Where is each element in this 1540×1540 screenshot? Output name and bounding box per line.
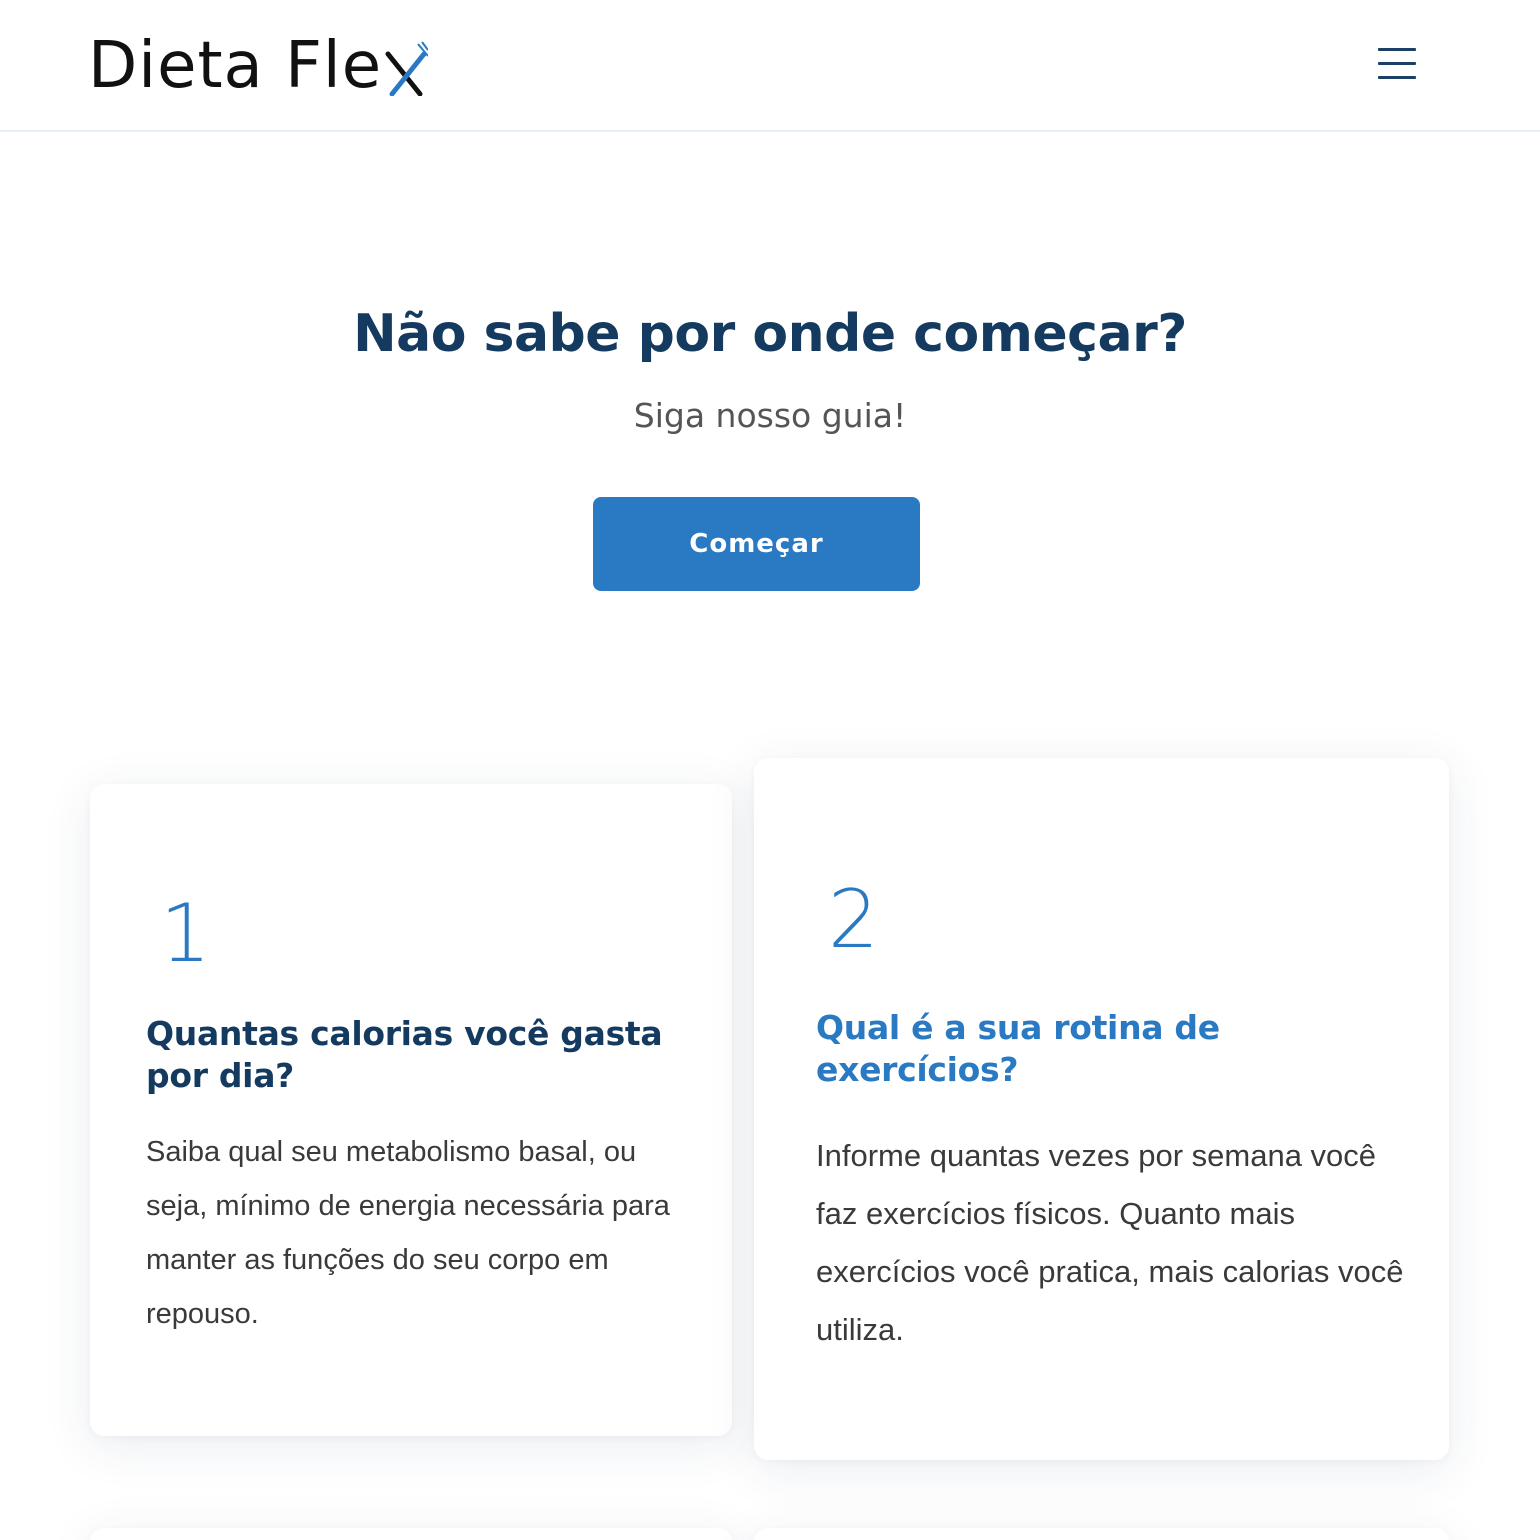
step-number: 1 xyxy=(160,887,211,980)
hamburger-menu-icon[interactable] xyxy=(1378,46,1418,82)
logo-text: Dieta Fle xyxy=(88,29,383,103)
page: Dieta Fle Não sabe por onde começar? Sig… xyxy=(0,0,1540,1540)
step-title: Quantas calorias você gasta por dia? xyxy=(146,1014,663,1095)
fork-knife-x-logo-icon xyxy=(384,38,429,97)
step-description: Informe quantas vezes por semana você fa… xyxy=(816,1138,1404,1347)
step-description: Saiba qual seu metabolismo basal, ou sej… xyxy=(146,1136,670,1330)
hero-subtitle: Siga nosso guia! xyxy=(633,396,907,435)
start-button[interactable]: Começar xyxy=(593,497,920,591)
logo[interactable]: Dieta Fle xyxy=(88,26,429,106)
site-header: Dieta Fle xyxy=(0,0,1540,132)
step-card-3 xyxy=(90,1528,732,1540)
step-number: 2 xyxy=(828,873,879,966)
step-card-4 xyxy=(754,1528,1449,1540)
hero-title: Não sabe por onde começar? xyxy=(353,304,1187,364)
step-title: Qual é a sua rotina de exercícios? xyxy=(816,1008,1220,1089)
